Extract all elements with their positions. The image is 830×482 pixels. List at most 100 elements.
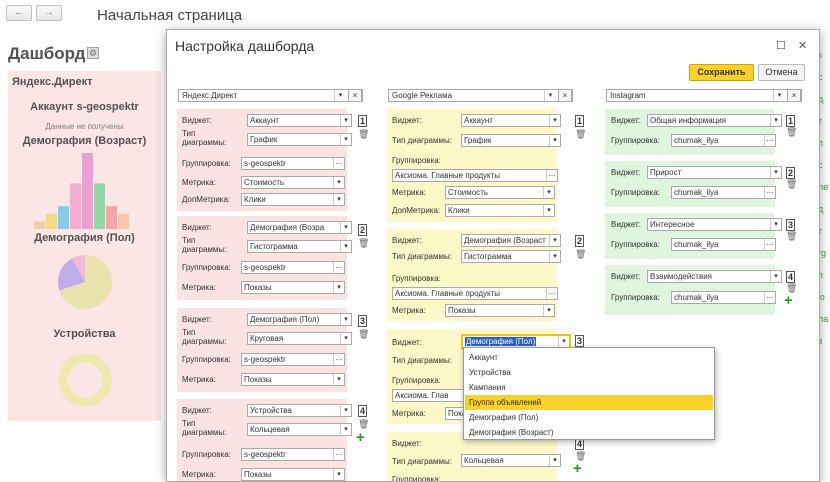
grouping-field[interactable]: chumak_ilya... xyxy=(671,186,776,199)
source-select[interactable]: Яндекс.Директ ▾ × xyxy=(178,89,363,102)
maximize-icon[interactable]: ☐ xyxy=(776,39,786,52)
chevron-down-icon[interactable]: ▾ xyxy=(340,424,351,435)
trash-icon[interactable]: 🗑 xyxy=(575,129,586,140)
trash-icon[interactable]: 🗑 xyxy=(786,231,797,242)
chevron-down-icon[interactable]: ▾ xyxy=(334,90,346,101)
grouping-field[interactable]: s-geospektr... xyxy=(241,157,345,170)
source-select[interactable]: Google Реклама ▾ × xyxy=(388,89,573,102)
metric-select[interactable]: Стоимость ▾ xyxy=(241,176,345,189)
chevron-down-icon[interactable]: ▾ xyxy=(340,134,351,145)
grouping-field[interactable]: Аксиома. Главные продукты... xyxy=(392,169,558,182)
chevron-down-icon[interactable]: ▾ xyxy=(340,222,351,233)
select-button[interactable]: ... xyxy=(764,135,775,146)
widget-select[interactable]: Взаимодействия ▾ xyxy=(647,270,782,283)
chevron-down-icon[interactable]: ▾ xyxy=(333,177,344,188)
trash-icon[interactable]: 🗑 xyxy=(358,329,369,340)
grouping-field[interactable]: s-geospektr... xyxy=(241,261,345,274)
clear-icon[interactable]: × xyxy=(787,89,801,102)
chevron-down-icon[interactable]: ▾ xyxy=(543,305,554,316)
chevron-down-icon[interactable]: ▾ xyxy=(549,135,560,146)
widget-select[interactable]: Устройства ▾ xyxy=(247,404,352,417)
clear-icon[interactable]: × xyxy=(348,89,362,102)
chart-type-select[interactable]: Кольцевая ▾ xyxy=(461,454,561,467)
select-button[interactable]: ... xyxy=(333,262,344,273)
metric-select[interactable]: Показы ▾ xyxy=(241,281,345,294)
chevron-down-icon[interactable]: ▾ xyxy=(340,405,351,416)
widget-dropdown-list[interactable]: Аккаунт Устройства Кампания Группа объяв… xyxy=(463,347,715,440)
trash-icon[interactable]: 🗑 xyxy=(575,249,586,260)
add-widget-icon[interactable]: + xyxy=(356,429,365,446)
chevron-down-icon[interactable]: ▾ xyxy=(773,90,785,101)
select-button[interactable]: ... xyxy=(333,354,344,365)
chart-type-select[interactable]: График ▾ xyxy=(247,133,352,146)
dropdown-option[interactable]: Демография (Пол) xyxy=(465,410,713,425)
chevron-down-icon[interactable]: ▾ xyxy=(549,235,560,246)
chevron-down-icon[interactable]: ▾ xyxy=(340,241,351,252)
chevron-down-icon[interactable]: ▾ xyxy=(333,374,344,385)
source-select[interactable]: Instagram ▾ × xyxy=(606,89,802,102)
grouping-field[interactable]: Аксиома. Главные продукты... xyxy=(392,287,558,300)
widget-select[interactable]: Демография (Возраст ▾ xyxy=(461,234,561,247)
chevron-down-icon[interactable]: ▾ xyxy=(340,314,351,325)
dop-metric-select[interactable]: Клики ▾ xyxy=(241,193,345,206)
select-button[interactable]: ... xyxy=(764,187,775,198)
widget-select[interactable]: Аккаунт ▾ xyxy=(461,114,561,127)
chevron-down-icon[interactable]: ▾ xyxy=(544,90,556,101)
trash-icon[interactable]: 🗑 xyxy=(786,179,797,190)
trash-icon[interactable]: 🗑 xyxy=(786,127,797,138)
chevron-down-icon[interactable]: ▾ xyxy=(333,282,344,293)
widget-select[interactable]: Демография (Пол) ▾ xyxy=(247,313,352,326)
select-button[interactable]: ... xyxy=(333,449,344,460)
chart-type-select[interactable]: Круговая ▾ xyxy=(247,332,352,345)
select-button[interactable]: ... xyxy=(546,288,557,299)
chevron-down-icon[interactable]: ▾ xyxy=(333,194,344,205)
chevron-down-icon[interactable]: ▾ xyxy=(770,115,781,126)
metric-select[interactable]: Показы ▾ xyxy=(241,373,345,386)
save-button[interactable]: Сохранить xyxy=(689,64,754,81)
chevron-down-icon[interactable]: ▾ xyxy=(333,469,344,480)
chevron-down-icon[interactable]: ▾ xyxy=(770,271,781,282)
widget-select[interactable]: Прирост ▾ xyxy=(647,166,782,179)
clear-icon[interactable]: × xyxy=(558,89,572,102)
chevron-down-icon[interactable]: ▾ xyxy=(549,455,560,466)
chevron-down-icon[interactable]: ▾ xyxy=(543,205,554,216)
dropdown-option[interactable]: Кампания xyxy=(465,380,713,395)
select-button[interactable]: ... xyxy=(764,239,775,250)
widget-select[interactable]: Демография (Возра ▾ xyxy=(247,221,352,234)
chart-type-select[interactable]: Гистограмма ▾ xyxy=(247,240,352,253)
cancel-button[interactable]: Отмена xyxy=(758,64,805,81)
widget-select[interactable]: Интересное ▾ xyxy=(647,218,782,231)
widget-select[interactable]: Аккаунт ▾ xyxy=(247,114,352,127)
grouping-field[interactable]: s-geospektr... xyxy=(241,353,345,366)
chart-type-select[interactable]: Гистограмма ▾ xyxy=(461,250,561,263)
dropdown-option-selected[interactable]: Группа объявлений xyxy=(465,395,713,410)
grouping-field[interactable]: chumak_ilya... xyxy=(671,134,776,147)
add-widget-icon[interactable]: + xyxy=(573,460,582,477)
trash-icon[interactable]: 🗑 xyxy=(358,129,369,140)
select-button[interactable]: ... xyxy=(333,158,344,169)
chevron-down-icon[interactable]: ▾ xyxy=(543,187,554,198)
metric-select[interactable]: Показы ▾ xyxy=(241,468,345,481)
dropdown-option[interactable]: Аккаунт xyxy=(465,350,713,365)
dop-metric-select[interactable]: Клики ▾ xyxy=(445,204,555,217)
chevron-down-icon[interactable]: ▾ xyxy=(770,167,781,178)
grouping-field[interactable]: s-geospektr... xyxy=(241,448,345,461)
close-icon[interactable]: ✕ xyxy=(798,39,807,52)
dropdown-option[interactable]: Демография (Возраст) xyxy=(465,425,713,440)
dropdown-option[interactable]: Устройства xyxy=(465,365,713,380)
chevron-down-icon[interactable]: ▾ xyxy=(549,115,560,126)
metric-select[interactable]: Показы ▾ xyxy=(445,304,555,317)
trash-icon[interactable]: 🗑 xyxy=(358,238,369,249)
chevron-down-icon[interactable]: ▾ xyxy=(340,333,351,344)
grouping-field[interactable]: chumak_ilya... xyxy=(671,238,776,251)
select-button[interactable]: ... xyxy=(764,292,775,303)
chevron-down-icon[interactable]: ▾ xyxy=(770,219,781,230)
select-button[interactable]: ... xyxy=(546,170,557,181)
grouping-field[interactable]: chumak_ilya... xyxy=(671,291,776,304)
chevron-down-icon[interactable]: ▾ xyxy=(549,251,560,262)
widget-select[interactable]: Общая информация ▾ xyxy=(647,114,782,127)
metric-select[interactable]: Стоимость ▾ xyxy=(445,186,555,199)
chevron-down-icon[interactable]: ▾ xyxy=(558,336,569,347)
chart-type-select[interactable]: График ▾ xyxy=(461,134,561,147)
chart-type-select[interactable]: Кольцевая ▾ xyxy=(247,423,352,436)
